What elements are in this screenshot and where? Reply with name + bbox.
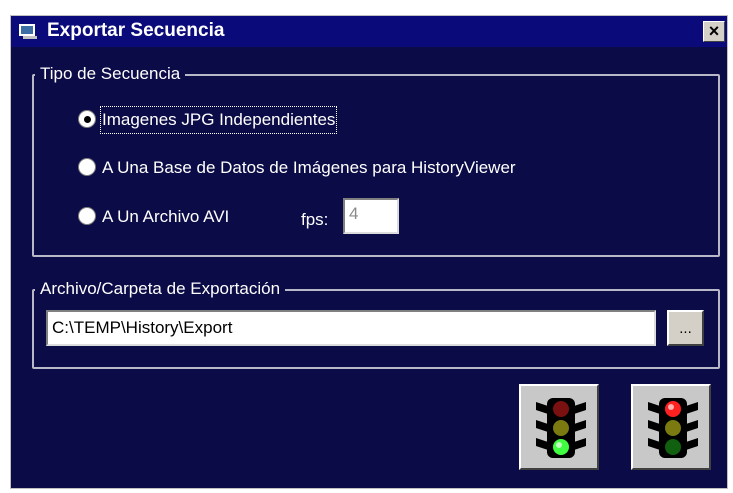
radio-option-avi[interactable]: A Un Archivo AVI — [78, 205, 308, 229]
radio-button-jpg[interactable] — [78, 110, 96, 128]
export-target-group-label: Archivo/Carpeta de Exportación — [35, 279, 286, 299]
radio-selected-dot — [84, 116, 91, 123]
radio-option-jpg[interactable]: Imagenes JPG Independientes — [78, 106, 438, 134]
accept-button[interactable] — [519, 384, 599, 470]
radio-label-jpg[interactable]: Imagenes JPG Independientes — [99, 106, 338, 134]
fps-input[interactable]: 4 — [343, 198, 399, 234]
export-path-input[interactable]: C:\TEMP\History\Export — [46, 310, 656, 346]
browse-button[interactable]: ... — [667, 310, 704, 346]
traffic-light-red-icon — [648, 398, 698, 458]
fps-label: fps: — [301, 210, 329, 229]
traffic-light-green-icon — [536, 398, 586, 458]
radio-label-avi[interactable]: A Un Archivo AVI — [102, 205, 229, 229]
export-sequence-dialog: Exportar Secuencia × Tipo de Secuencia I… — [10, 15, 728, 489]
title-bar[interactable]: Exportar Secuencia × — [11, 16, 727, 47]
window-title: Exportar Secuencia — [47, 20, 225, 41]
sequence-type-group-label: Tipo de Secuencia — [35, 64, 186, 84]
radio-button-avi[interactable] — [78, 207, 96, 225]
radio-label-database[interactable]: A Una Base de Datos de Imágenes para His… — [102, 156, 516, 180]
radio-button-database[interactable] — [78, 158, 96, 176]
cancel-button[interactable] — [631, 384, 711, 470]
radio-option-database[interactable]: A Una Base de Datos de Imágenes para His… — [78, 156, 678, 180]
close-button[interactable]: × — [703, 21, 725, 42]
app-icon — [19, 24, 37, 39]
